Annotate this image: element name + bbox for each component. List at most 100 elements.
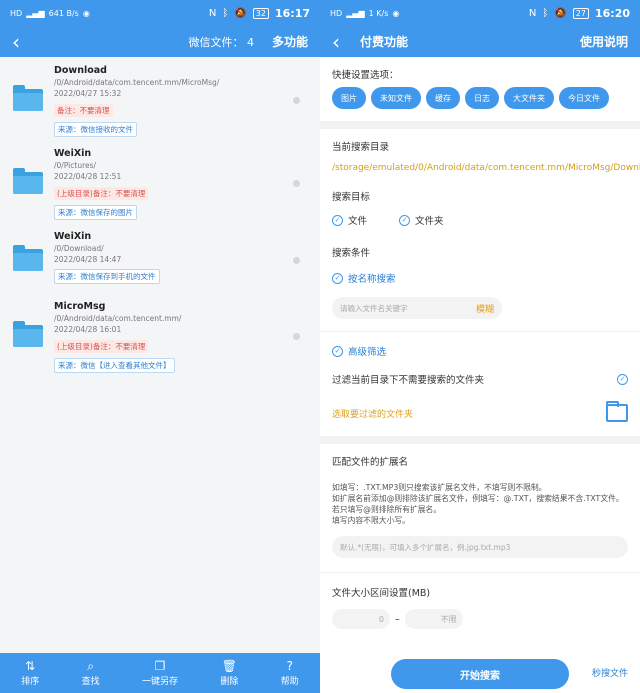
sort-icon: ⇅ xyxy=(25,658,36,673)
name-keyword-input[interactable]: 请输入文件名关键字 模糊 xyxy=(332,297,502,319)
quick-settings-label: 快捷设置选项： xyxy=(332,70,399,81)
folder-path: /0/Android/data/com.tencent.mm/MicroMsg/ xyxy=(54,78,220,87)
list-item[interactable]: Download /0/Android/data/com.tencent.mm/… xyxy=(0,57,320,140)
right-screen: HD ▂▄▆ 1 K/s ◉ N ᛒ 🔕 27 16:20 ‹ 付费功能 使用说… xyxy=(320,0,640,693)
bluetooth-icon: ᛒ xyxy=(222,7,229,19)
back-icon[interactable]: ‹ xyxy=(332,32,354,52)
page-title: 付费功能 xyxy=(360,35,409,49)
find-button[interactable]: ⌕ 查找 xyxy=(82,660,100,687)
save-all-button[interactable]: ❐ 一键另存 xyxy=(142,660,178,687)
hd-icon: HD xyxy=(330,8,343,18)
help-icon: ? xyxy=(286,658,293,673)
extension-input[interactable]: 默认.*(无限)，可填入多个扩展名，例.jpg.txt.mp3 xyxy=(332,536,628,558)
wechat-files-count: 微信文件： 4 xyxy=(188,35,254,49)
source-badge: 来源：微信【进入查看其他文件】 xyxy=(54,358,175,373)
save-all-label: 一键另存 xyxy=(141,676,178,687)
status-icons-right: N ᛒ 🔕 27 16:20 xyxy=(529,7,630,20)
select-radio[interactable] xyxy=(293,180,300,187)
folder-path: /0/Download/ xyxy=(54,244,104,253)
select-filter-label: 选取要过滤的文件夹 xyxy=(332,409,414,420)
help-button[interactable]: ? 帮助 xyxy=(281,660,299,687)
status-bar: HD ▂▄▆ 641 B/s ◉ N ᛒ 🔕 32 16:17 xyxy=(0,0,320,26)
check-icon[interactable]: ✓ xyxy=(332,214,343,226)
chip-logs[interactable]: 日志 xyxy=(465,87,499,109)
select-filter-row[interactable]: 选取要过滤的文件夹 xyxy=(332,401,628,422)
right-appbar: HD ▂▄▆ 1 K/s ◉ N ᛒ 🔕 27 16:20 ‹ 付费功能 使用说… xyxy=(320,0,640,57)
folder-name: WeiXin xyxy=(54,231,92,242)
nfc-icon: N xyxy=(528,7,537,19)
status-bar: HD ▂▄▆ 1 K/s ◉ N ᛒ 🔕 27 16:20 xyxy=(320,0,640,26)
extension-placeholder: 默认.*(无限)，可填入多个扩展名，例.jpg.txt.mp3 xyxy=(340,542,511,552)
folder-path: /0/Android/data/com.tencent.mm/ xyxy=(54,314,182,323)
target-file[interactable]: 文件 xyxy=(348,213,367,227)
note-badge: (上级目录)备注：不要清理 xyxy=(54,187,149,200)
by-name-label: 按名称搜索 xyxy=(348,274,396,285)
list-item[interactable]: WeiXin /0/Pictures/ 2022/04/28 12:51 (上级… xyxy=(0,140,320,223)
select-radio[interactable] xyxy=(293,333,300,340)
folder-path: /0/Pictures/ xyxy=(54,161,97,170)
folder-picker-icon[interactable] xyxy=(606,401,628,422)
folder-name: MicroMsg xyxy=(54,301,106,312)
folder-name: WeiXin xyxy=(54,148,92,159)
name-keyword-placeholder: 请输入文件名关键字 xyxy=(340,303,408,313)
mute-icon: 🔕 xyxy=(234,7,247,19)
size-max-input[interactable]: 不限 xyxy=(404,609,463,629)
size-range-label: 文件大小区间设置(MB) xyxy=(332,588,431,599)
folder-date: 2022/04/27 15:32 xyxy=(54,89,122,98)
list-item[interactable]: WeiXin /0/Download/ 2022/04/28 14:47 来源：… xyxy=(0,223,320,293)
usage-guide-button[interactable]: 使用说明 xyxy=(580,33,628,50)
check-icon[interactable]: ✓ xyxy=(617,373,628,385)
size-range-row: 0 – 不限 xyxy=(332,609,628,629)
signal-icon: ▂▄▆ xyxy=(346,8,365,18)
target-folder[interactable]: 文件夹 xyxy=(415,213,444,227)
check-icon: ✓ xyxy=(332,345,343,357)
bluetooth-icon: ᛒ xyxy=(542,7,549,19)
list-item[interactable]: MicroMsg /0/Android/data/com.tencent.mm/… xyxy=(0,293,320,376)
filter-dirs-row[interactable]: 过滤当前目录下不需要搜索的文件夹 ✓ xyxy=(332,372,628,386)
right-nav: ‹ 付费功能 使用说明 xyxy=(320,26,640,57)
folder-icon xyxy=(13,168,43,194)
header-right: 使用说明 xyxy=(580,33,628,50)
more-functions-button[interactable]: 多功能 xyxy=(272,33,308,50)
filter-dirs-label: 过滤当前目录下不需要搜索的文件夹 xyxy=(332,375,485,386)
advanced-filter-option[interactable]: ✓ 高级筛选 xyxy=(332,344,628,358)
folder-name: Download xyxy=(54,65,107,76)
eye-icon: ◉ xyxy=(82,8,90,18)
note-badge: 备注：不要清理 xyxy=(54,104,113,117)
size-min-input[interactable]: 0 xyxy=(332,609,390,629)
sort-label: 排序 xyxy=(21,676,40,687)
select-radio[interactable] xyxy=(293,257,300,264)
fuzzy-toggle[interactable]: 模糊 xyxy=(476,302,494,315)
back-icon[interactable]: ‹ xyxy=(12,32,34,52)
left-appbar: HD ▂▄▆ 641 B/s ◉ N ᛒ 🔕 32 16:17 ‹ 微信文件： … xyxy=(0,0,320,57)
chip-large-folders[interactable]: 大文件夹 xyxy=(504,87,554,109)
status-time: 16:17 xyxy=(274,6,310,20)
signal-icon: ▂▄▆ xyxy=(26,8,45,18)
select-radio[interactable] xyxy=(293,97,300,104)
extension-hint: 填写内容不限大小写。 xyxy=(332,516,410,525)
quick-search-link[interactable]: 秒搜文件 xyxy=(592,666,628,679)
chip-today-files[interactable]: 今日文件 xyxy=(559,87,609,109)
hd-icon: HD xyxy=(10,8,23,18)
chip-unknown-files[interactable]: 未知文件 xyxy=(371,87,421,109)
folder-date: 2022/04/28 16:01 xyxy=(54,325,122,334)
battery-icon: 27 xyxy=(572,7,589,19)
current-dir-row[interactable]: /storage/emulated/0/Android/data/com.ten… xyxy=(332,159,640,177)
help-label: 帮助 xyxy=(280,676,299,687)
eye-icon: ◉ xyxy=(392,8,400,18)
chip-images[interactable]: 图片 xyxy=(332,87,366,109)
extension-hint: 如扩展名前添加@则排除该扩展名文件，例填写：@.TXT，搜索结果不含.TXT文件… xyxy=(332,494,624,514)
start-search-button[interactable]: 开始搜索 xyxy=(391,659,569,689)
sort-button[interactable]: ⇅ 排序 xyxy=(21,660,39,687)
check-icon[interactable]: ✓ xyxy=(399,214,411,226)
by-name-option[interactable]: ✓ 按名称搜索 xyxy=(332,271,628,285)
delete-button[interactable]: 🗑 删除 xyxy=(220,660,238,687)
divider xyxy=(320,572,640,573)
divider xyxy=(320,436,640,444)
status-icons-left: HD ▂▄▆ 641 B/s ◉ xyxy=(10,9,90,18)
divider xyxy=(320,121,640,129)
net-speed: 1 K/s xyxy=(368,8,389,18)
folder-date: 2022/04/28 14:47 xyxy=(54,255,122,264)
search-icon: ⌕ xyxy=(87,658,94,673)
chip-cache[interactable]: 缓存 xyxy=(426,87,460,109)
